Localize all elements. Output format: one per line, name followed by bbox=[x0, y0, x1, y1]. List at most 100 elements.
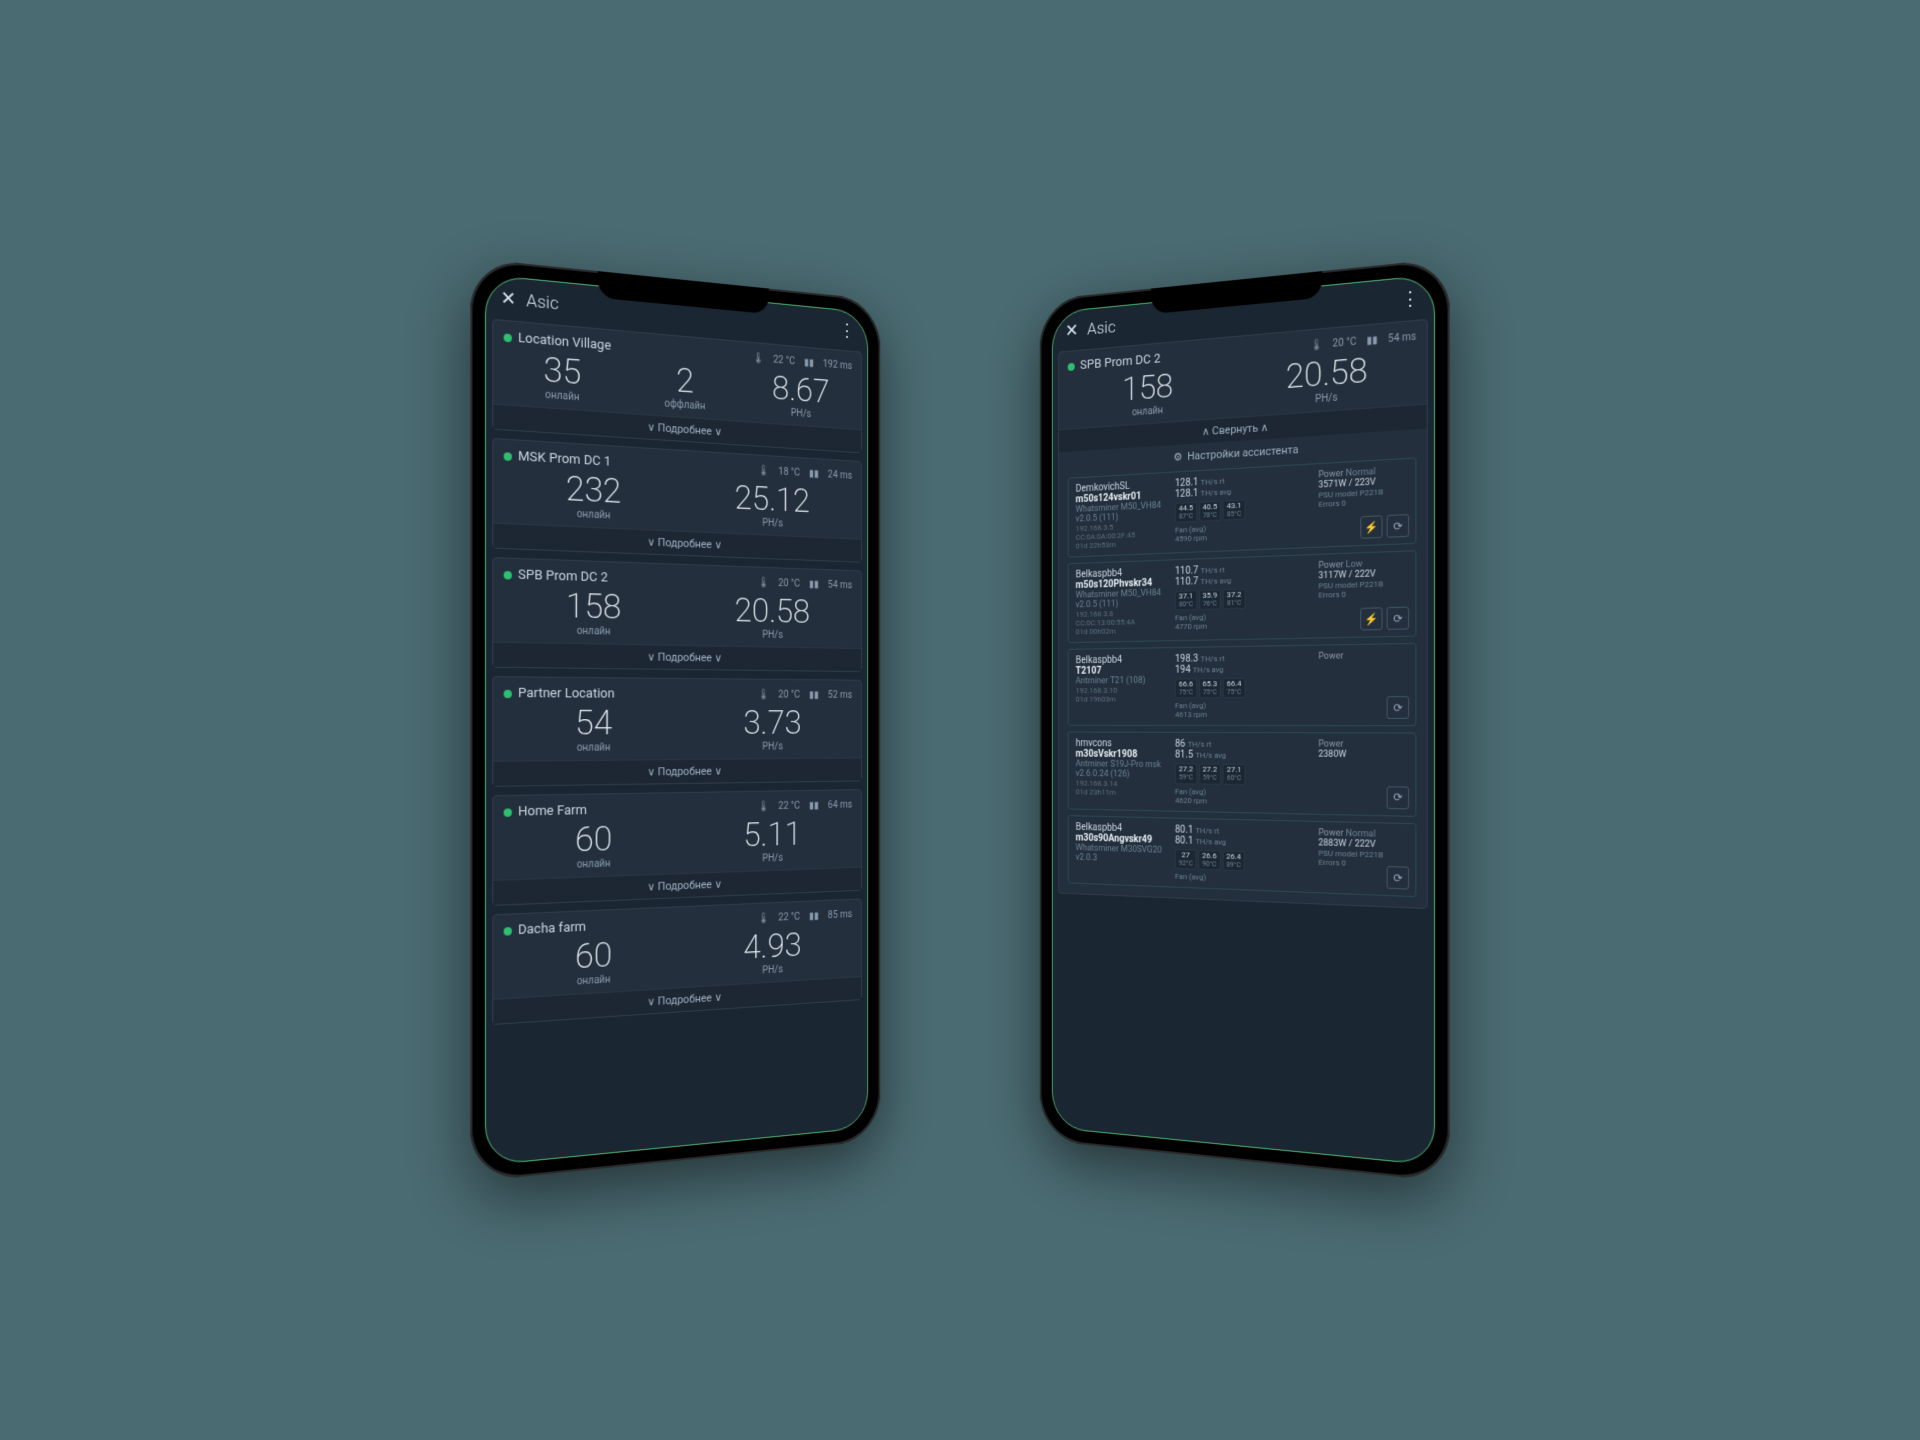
app-screen-detail: ✕ Asic ⋮ SPB Prom DC 2 🌡20 °C ▮▮54 ms 15… bbox=[1052, 274, 1435, 1166]
temp-cell: 44.587°C bbox=[1175, 502, 1197, 523]
env-readout: 🌡20 °C ▮▮54 ms bbox=[758, 577, 853, 591]
chevron-down-icon: ∨ bbox=[647, 420, 655, 434]
temp-cell: 27.160°C bbox=[1223, 764, 1245, 785]
close-icon[interactable]: ✕ bbox=[501, 287, 517, 310]
thermo-icon: 🌡 bbox=[758, 801, 770, 812]
temp-cell: 27.259°C bbox=[1175, 764, 1197, 785]
power-action-button[interactable]: ⚡ bbox=[1360, 515, 1382, 539]
stat-online: 158онлайн bbox=[504, 587, 681, 639]
location-card[interactable]: SPB Prom DC 2 🌡20 °C ▮▮54 ms 158онлайн20… bbox=[492, 557, 862, 672]
expand-button[interactable]: ∨ Подробнее ∨ bbox=[493, 757, 861, 785]
stat-online: 54онлайн bbox=[504, 705, 681, 754]
location-card[interactable]: Dacha farm 🌡22 °C ▮▮85 ms 60онлайн4.93PH… bbox=[492, 898, 862, 1025]
phone-mockup-left: ✕ Asic ⋮ Location Village 🌡22 °C ▮▮192 m… bbox=[470, 258, 880, 1182]
miner-uptime: 01d 19h03m bbox=[1076, 694, 1166, 703]
menu-icon[interactable]: ⋮ bbox=[839, 320, 855, 342]
env-readout: 🌡22 °C ▮▮85 ms bbox=[758, 909, 853, 924]
miner-owner: hmvcons bbox=[1076, 739, 1166, 750]
stat-hashrate: 5.11PH/s bbox=[690, 816, 853, 867]
power-action-button[interactable]: ⚡ bbox=[1360, 607, 1382, 630]
chevron-up-icon: ∧ bbox=[1202, 425, 1210, 438]
hashrate-avg: 80.1 TH/s avg bbox=[1175, 835, 1309, 850]
miner-row[interactable]: hmvcons m30sVskr1908 Antminer S19J-Pro m… bbox=[1068, 732, 1417, 817]
miner-model: Antminer S19J-Pro msk v2.6.0.24 (126) bbox=[1076, 760, 1166, 781]
status-dot-icon bbox=[504, 689, 512, 697]
expand-button[interactable]: ∨ Подробнее ∨ bbox=[493, 867, 861, 905]
signal-icon: ▮▮ bbox=[804, 357, 814, 369]
phone-mockup-right: ✕ Asic ⋮ SPB Prom DC 2 🌡20 °C ▮▮54 ms 15… bbox=[1040, 258, 1450, 1182]
temp-cell: 27.259°C bbox=[1199, 764, 1221, 785]
stat-offline: 2оффлайн bbox=[629, 359, 739, 414]
temps-row: 37.180°C35.976°C37.281°C bbox=[1175, 587, 1309, 611]
stat-hashrate: 3.73PH/s bbox=[690, 706, 853, 753]
location-card[interactable]: MSK Prom DC 1 🌡18 °C ▮▮24 ms 232онлайн25… bbox=[492, 438, 862, 563]
temp-cell: 2792°C bbox=[1175, 849, 1196, 870]
restart-icon: ⟳ bbox=[1393, 701, 1402, 715]
location-card[interactable]: Home Farm 🌡22 °C ▮▮64 ms 60онлайн5.11PH/… bbox=[492, 789, 862, 906]
signal-icon: ▮▮ bbox=[809, 800, 819, 811]
temp-cell: 37.281°C bbox=[1223, 589, 1245, 610]
restart-button[interactable]: ⟳ bbox=[1387, 786, 1410, 809]
hashrate-avg: 194 TH/s avg bbox=[1175, 663, 1309, 676]
chevron-down-icon: ∨ bbox=[714, 425, 722, 438]
chevron-down-icon: ∨ bbox=[714, 651, 722, 664]
temp-cell: 26.489°C bbox=[1222, 851, 1244, 872]
restart-icon: ⟳ bbox=[1393, 519, 1402, 533]
miner-uptime: 01d 00h02m bbox=[1076, 626, 1166, 637]
env-readout: 🌡20 °C ▮▮54 ms bbox=[1310, 331, 1416, 351]
location-card[interactable]: Partner Location 🌡20 °C ▮▮52 ms 54онлайн… bbox=[492, 676, 862, 787]
fan-label: Fan (avg) bbox=[1175, 701, 1309, 710]
signal-icon: ▮▮ bbox=[809, 468, 819, 479]
location-card-expanded: SPB Prom DC 2 🌡20 °C ▮▮54 ms 158онлайн 2… bbox=[1058, 319, 1428, 910]
hashrate-avg: 81.5 TH/s avg bbox=[1175, 750, 1309, 762]
restart-button[interactable]: ⟳ bbox=[1387, 866, 1410, 890]
env-readout: 🌡22 °C ▮▮192 ms bbox=[752, 353, 852, 372]
temp-cell: 66.675°C bbox=[1175, 678, 1197, 698]
status-dot-icon bbox=[504, 926, 512, 935]
chevron-down-icon: ∨ bbox=[647, 765, 655, 778]
temp-cell: 35.976°C bbox=[1199, 589, 1221, 610]
stat-online: 232онлайн bbox=[504, 468, 681, 525]
signal-icon: ▮▮ bbox=[1367, 335, 1378, 347]
location-name: Partner Location bbox=[518, 686, 752, 703]
fan-value: 4770 rpm bbox=[1175, 620, 1309, 632]
chevron-down-icon: ∨ bbox=[714, 765, 722, 778]
signal-icon: ▮▮ bbox=[809, 579, 819, 590]
fan-value: 4620 rpm bbox=[1175, 796, 1309, 808]
temp-cell: 43.185°C bbox=[1223, 499, 1245, 521]
locations-list: Location Village 🌡22 °C ▮▮192 ms 35онлай… bbox=[486, 314, 867, 1157]
restart-button[interactable]: ⟳ bbox=[1387, 514, 1410, 538]
thermo-icon: 🌡 bbox=[758, 913, 770, 924]
miner-row[interactable]: Belkaspbb4 T2107 Antminer T21 (108) 192.… bbox=[1068, 643, 1417, 727]
expand-button[interactable]: ∨ Подробнее ∨ bbox=[493, 642, 861, 671]
temps-row: 44.587°C40.578°C43.185°C bbox=[1175, 496, 1309, 523]
menu-icon[interactable]: ⋮ bbox=[1401, 287, 1420, 311]
stat-online: 35онлайн bbox=[504, 349, 620, 406]
stat-hashrate: 4.93PH/s bbox=[690, 926, 853, 981]
env-readout: 🌡20 °C ▮▮52 ms bbox=[758, 690, 853, 701]
restart-button[interactable]: ⟳ bbox=[1387, 697, 1410, 720]
status-dot-icon bbox=[504, 333, 512, 342]
miner-row[interactable]: Belkaspbb4 m50s120Phvskr34 Whatsminer M5… bbox=[1068, 550, 1417, 643]
temp-cell: 40.578°C bbox=[1199, 501, 1221, 522]
thermo-icon: 🌡 bbox=[758, 577, 770, 588]
temps-row: 27.259°C27.259°C27.160°C bbox=[1175, 764, 1309, 786]
app-screen-locations: ✕ Asic ⋮ Location Village 🌡22 °C ▮▮192 m… bbox=[485, 274, 868, 1166]
stat-hashrate: 20.58PH/s bbox=[690, 592, 853, 642]
thermo-icon: 🌡 bbox=[1310, 339, 1323, 351]
stat-hashrate: 25.12PH/s bbox=[690, 478, 853, 532]
restart-icon: ⟳ bbox=[1393, 611, 1402, 625]
restart-button[interactable]: ⟳ bbox=[1387, 607, 1410, 630]
stat-online: 60онлайн bbox=[504, 820, 681, 873]
env-readout: 🌡22 °C ▮▮64 ms bbox=[758, 800, 853, 813]
chevron-down-icon: ∨ bbox=[647, 535, 655, 548]
fan-label: Fan (avg) bbox=[1175, 872, 1309, 886]
chevron-down-icon: ∨ bbox=[714, 878, 722, 891]
close-icon[interactable]: ✕ bbox=[1065, 320, 1078, 341]
fan-value: 4613 rpm bbox=[1175, 710, 1309, 719]
signal-icon: ▮▮ bbox=[809, 911, 819, 922]
chevron-down-icon: ∨ bbox=[647, 650, 655, 663]
chevron-down-icon: ∨ bbox=[714, 538, 722, 551]
miner-row[interactable]: Belkaspbb4 m30s90Angvskr49 Whatsminer M3… bbox=[1068, 815, 1417, 898]
chevron-down-icon: ∨ bbox=[714, 991, 722, 1004]
